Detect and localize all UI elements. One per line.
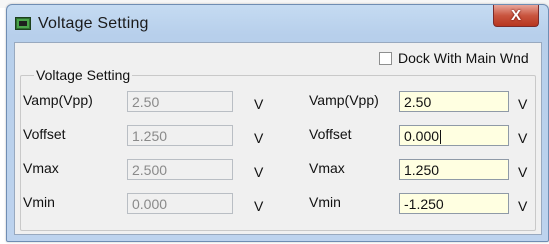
left-vmin-unit: V: [254, 198, 264, 214]
left-vmin-label: Vmin: [23, 194, 55, 210]
voltage-setting-group: Voltage Setting Vamp(Vpp) 2.50 V Voffset…: [20, 67, 536, 231]
close-icon: X: [510, 7, 521, 24]
right-vamp-unit: V: [518, 96, 528, 112]
dock-label: Dock With Main Wnd: [398, 50, 529, 66]
left-voffset-unit: V: [254, 130, 264, 146]
checkbox-box[interactable]: [379, 51, 392, 65]
right-vmax-label: Vmax: [309, 160, 345, 176]
left-vmax-field: 2.500: [127, 159, 233, 180]
left-vmin-field: 0.000: [127, 193, 233, 214]
left-voffset-field: 1.250: [127, 125, 233, 146]
dock-with-main-wnd-checkbox[interactable]: Dock With Main Wnd: [379, 50, 529, 66]
right-vmin-input[interactable]: -1.250: [399, 193, 509, 214]
right-vmin-label: Vmin: [309, 194, 341, 210]
right-vamp-input[interactable]: 2.50: [399, 91, 509, 112]
text-caret: [440, 130, 442, 145]
group-title: Voltage Setting: [34, 67, 133, 83]
right-vmax-unit: V: [518, 164, 528, 180]
chip-board-icon: [15, 17, 31, 30]
left-vmax-unit: V: [254, 164, 264, 180]
left-vmax-label: Vmax: [23, 160, 59, 176]
right-voffset-label: Voffset: [309, 126, 352, 142]
close-button[interactable]: X: [493, 5, 539, 27]
right-voffset-unit: V: [518, 130, 528, 146]
left-vamp-unit: V: [254, 96, 264, 112]
right-vamp-label: Vamp(Vpp): [309, 92, 379, 108]
window-title: Voltage Setting: [38, 15, 149, 32]
right-vmax-input[interactable]: 1.250: [399, 159, 509, 180]
voltage-setting-window: Voltage Setting X Dock With Main Wnd Vol…: [6, 4, 549, 242]
left-vamp-field: 2.50: [127, 91, 233, 112]
right-voffset-input[interactable]: 0.000: [399, 125, 509, 146]
left-voffset-label: Voffset: [23, 126, 66, 142]
right-voffset-value: 0.000: [404, 128, 440, 144]
dialog-client-area: Dock With Main Wnd Voltage Setting Vamp(…: [14, 42, 542, 235]
left-vamp-label: Vamp(Vpp): [23, 92, 93, 108]
right-vmin-unit: V: [518, 198, 528, 214]
title-bar[interactable]: Voltage Setting X: [7, 5, 548, 41]
